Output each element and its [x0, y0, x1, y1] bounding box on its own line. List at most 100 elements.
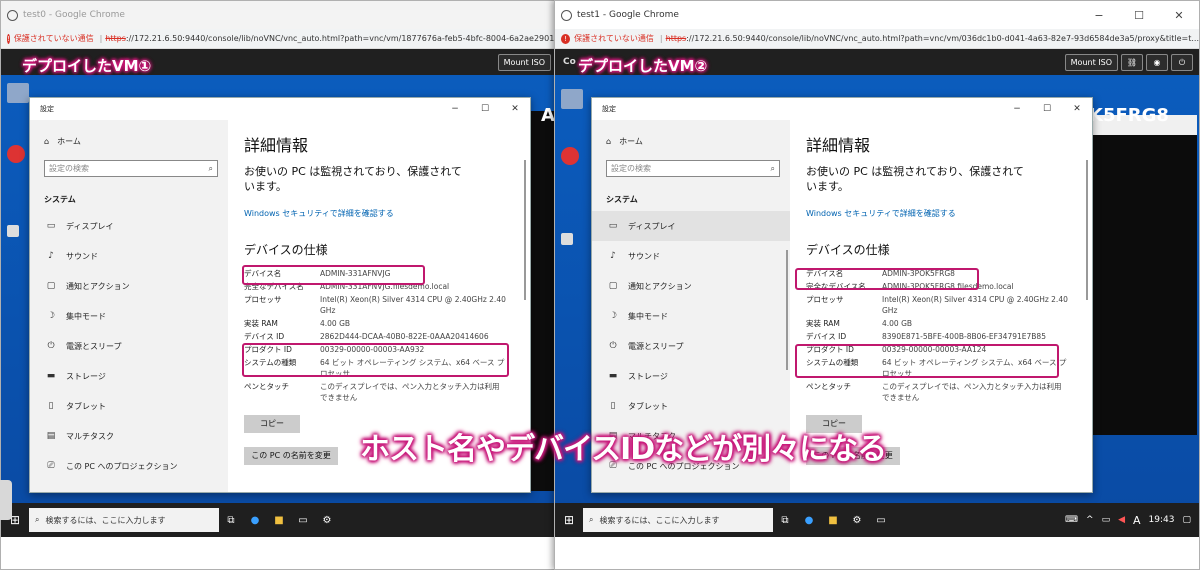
maximize-icon[interactable]: ☐ — [1032, 104, 1062, 114]
explorer-icon[interactable]: ■ — [267, 515, 291, 526]
scrollbar[interactable] — [1086, 160, 1088, 300]
mount-iso-button[interactable]: Mount ISO — [1064, 53, 1118, 71]
settings-gear-icon[interactable]: ⚙ — [845, 515, 869, 526]
scrollbar[interactable] — [524, 160, 526, 300]
minimize-icon[interactable]: − — [1079, 9, 1119, 22]
highlight-device-id-vm1 — [242, 343, 509, 377]
sidebar-item-home[interactable]: ⌂ ホーム — [592, 130, 790, 152]
sidebar-item-projection[interactable]: ⎚ この PC へのプロジェクション — [30, 451, 228, 481]
url-scheme[interactable]: https — [105, 34, 126, 43]
warning-icon[interactable]: ! — [7, 33, 10, 44]
warning-icon[interactable]: ! — [561, 33, 571, 44]
sidebar-item-focus[interactable]: ☽ 集中モード — [30, 301, 228, 331]
sidebar-item-display[interactable]: ▭ ディスプレイ — [30, 211, 228, 241]
network-tray-icon[interactable]: ▭ — [1102, 515, 1111, 525]
spec-value: Intel(R) Xeon(R) Silver 4314 CPU @ 2.40G… — [882, 295, 1068, 315]
task-view-icon[interactable]: ⧉ — [219, 515, 243, 526]
taskbar-search-input[interactable]: ⌕ 検索するには、ここに入力します — [583, 508, 773, 532]
url-text[interactable]: ://172.21.6.50:9440/console/lib/noVNC/vn… — [686, 34, 1199, 43]
sidebar-item-label: 集中モード — [628, 311, 668, 321]
display-icon: ▭ — [608, 221, 618, 231]
chrome-desktop-icon[interactable] — [561, 147, 579, 165]
vm2-overlay-label: デプロイしたVM② — [578, 57, 708, 75]
sidebar-item-sound[interactable]: ♪ サウンド — [592, 241, 790, 271]
url-scheme[interactable]: https — [666, 34, 687, 43]
browser-title: test1 - Google Chrome — [577, 10, 679, 20]
sidebar-item-label: 通知とアクション — [66, 281, 130, 291]
sidebar-item-sound[interactable]: ♪ サウンド — [30, 241, 228, 271]
minimize-icon[interactable]: − — [440, 104, 470, 114]
spec-row-ram: 実装 RAM 4.00 GB — [806, 318, 1078, 329]
taskbar-search-placeholder: 検索するには、ここに入力します — [45, 515, 166, 525]
minimize-icon[interactable]: − — [1002, 104, 1032, 114]
desktop-shortcut-icon[interactable] — [7, 225, 19, 237]
tablet-icon: ▯ — [610, 401, 616, 411]
maximize-icon[interactable]: ☐ — [470, 104, 500, 114]
power-icon[interactable]: ⏻ — [1171, 53, 1193, 71]
sidebar-item-focus[interactable]: ☽ 集中モード — [592, 301, 790, 331]
sidebar-item-label: タブレット — [66, 401, 106, 411]
edge-icon[interactable]: ● — [243, 515, 267, 526]
scroll-handle[interactable] — [0, 480, 12, 520]
ime-indicator[interactable]: A — [1133, 514, 1141, 527]
edge-icon[interactable]: ● — [797, 515, 821, 526]
spec-value: 4.00 GB — [320, 319, 351, 328]
terminal-icon[interactable]: ▭ — [869, 515, 893, 526]
sidebar-item-storage[interactable]: ▬ ストレージ — [30, 361, 228, 391]
sidebar-item-label: ストレージ — [66, 371, 106, 381]
cmd-window-title-fragment: A — [541, 105, 555, 126]
task-view-icon[interactable]: ⧉ — [773, 515, 797, 526]
sidebar-item-display[interactable]: ▭ ディスプレイ — [592, 211, 790, 241]
clock[interactable]: 19:43 — [1149, 515, 1175, 525]
sidebar-item-power[interactable]: ⏻ 電源とスリープ — [30, 331, 228, 361]
security-link[interactable]: Windows セキュリティで詳細を確認する — [244, 208, 516, 219]
recycle-bin-icon[interactable] — [561, 89, 583, 109]
terminal-icon[interactable]: ▭ — [291, 515, 315, 526]
insecure-label[interactable]: 保護されていない通信 — [574, 33, 654, 44]
desktop-shortcut-icon[interactable] — [561, 233, 573, 245]
settings-title: 設定 — [40, 105, 54, 113]
sidebar-item-tablet[interactable]: ▯ タブレット — [592, 391, 790, 421]
insecure-label[interactable]: 保護されていない通信 — [14, 33, 94, 44]
search-icon[interactable]: ⌕ — [771, 164, 775, 174]
camera-icon[interactable]: ◉ — [1146, 53, 1168, 71]
volume-icon[interactable]: ◀ — [1118, 515, 1125, 525]
address-bar[interactable]: ! 保護されていない通信 | https ://172.21.6.50:9440… — [1, 29, 557, 49]
notification-center-icon[interactable]: ▢ — [1182, 515, 1191, 525]
network-icon[interactable]: ⛓ — [1121, 53, 1143, 71]
windows-start-icon[interactable]: ⊞ — [555, 503, 583, 537]
copy-button[interactable]: コピー — [244, 415, 300, 433]
sidebar-item-multitask[interactable]: ▤ マルチタスク — [30, 421, 228, 451]
spec-row-processor: プロセッサ Intel(R) Xeon(R) Silver 4314 CPU @ … — [244, 294, 516, 316]
sidebar-item-power[interactable]: ⏻ 電源とスリープ — [592, 331, 790, 361]
close-icon[interactable]: ✕ — [1062, 104, 1092, 114]
close-icon[interactable]: ✕ — [1159, 9, 1199, 22]
url-text[interactable]: ://172.21.6.50:9440/console/lib/noVNC/vn… — [126, 34, 557, 43]
sidebar-item-storage[interactable]: ▬ ストレージ — [592, 361, 790, 391]
settings-search-input[interactable]: 設定の検索 ⌕ — [44, 160, 218, 177]
sidebar-item-tablet[interactable]: ▯ タブレット — [30, 391, 228, 421]
close-icon[interactable]: ✕ — [500, 104, 530, 114]
recycle-bin-icon[interactable] — [7, 83, 29, 103]
sidebar-item-home[interactable]: ⌂ ホーム — [30, 130, 228, 152]
scrollbar[interactable] — [786, 250, 788, 370]
address-bar[interactable]: ! 保護されていない通信 | https ://172.21.6.50:9440… — [555, 29, 1199, 49]
explorer-icon[interactable]: ■ — [821, 515, 845, 526]
device-spec-title: デバイスの仕様 — [244, 243, 328, 257]
search-icon: ⌕ — [589, 515, 594, 524]
mount-iso-button[interactable]: Mount ISO — [497, 53, 551, 71]
sidebar-item-notifications[interactable]: ▢ 通知とアクション — [592, 271, 790, 301]
keyboard-icon[interactable]: ⌨ — [1065, 515, 1078, 525]
search-icon[interactable]: ⌕ — [209, 164, 213, 174]
cmd-window-title-fragment: K5FRG8 — [1089, 105, 1169, 126]
chrome-desktop-icon[interactable] — [7, 145, 25, 163]
maximize-icon[interactable]: ☐ — [1119, 9, 1159, 22]
settings-gear-icon[interactable]: ⚙ — [315, 515, 339, 526]
chevron-up-icon[interactable]: ^ — [1086, 515, 1094, 525]
security-link[interactable]: Windows セキュリティで詳細を確認する — [806, 208, 1078, 219]
settings-search-input[interactable]: 設定の検索 ⌕ — [606, 160, 780, 177]
focus-icon: ☽ — [46, 311, 56, 321]
sidebar-item-notifications[interactable]: ▢ 通知とアクション — [30, 271, 228, 301]
taskbar-search-input[interactable]: ⌕ 検索するには、ここに入力します — [29, 508, 219, 532]
rename-pc-button[interactable]: この PC の名前を変更 — [244, 447, 338, 465]
